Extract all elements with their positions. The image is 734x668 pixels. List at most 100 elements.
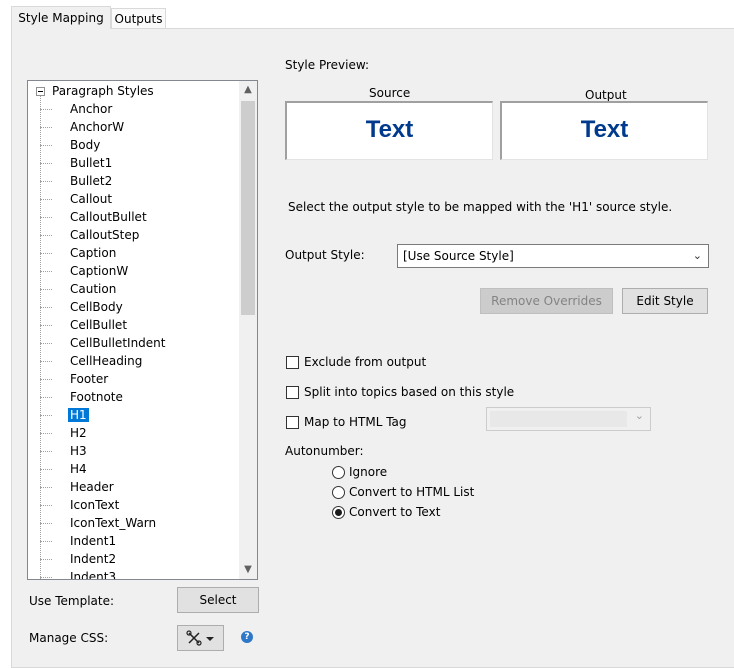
- tree-item-label: AnchorW: [70, 120, 125, 134]
- tree-item[interactable]: H1: [68, 406, 89, 424]
- tree-item[interactable]: Callout: [68, 190, 114, 208]
- tree-item[interactable]: IconText: [68, 496, 121, 514]
- tree-line: [40, 163, 52, 164]
- convert-text-label: Convert to Text: [349, 505, 441, 519]
- tree-line: [40, 235, 52, 236]
- tree-item[interactable]: H3: [68, 442, 89, 460]
- tree-item-label: CalloutBullet: [70, 210, 147, 224]
- tree-line: [40, 451, 52, 452]
- tree-line: [40, 505, 52, 506]
- tree-line: [40, 577, 52, 578]
- tree-item[interactable]: CellBullet: [68, 316, 129, 334]
- map-html-label: Map to HTML Tag: [304, 415, 407, 429]
- tree-line: [40, 109, 52, 110]
- convert-list-label: Convert to HTML List: [349, 485, 475, 499]
- exclude-label: Exclude from output: [304, 355, 427, 369]
- collapse-icon[interactable]: [36, 87, 45, 96]
- tree-item[interactable]: H2: [68, 424, 89, 442]
- output-style-select[interactable]: [Use Source Style] ⌄: [397, 244, 709, 268]
- paragraph-styles-tree[interactable]: Paragraph Styles Anchor AnchorW Body Bullet…: [27, 80, 258, 580]
- tree-item-label: Callout: [70, 192, 113, 206]
- tree-item-label: Indent1: [70, 534, 117, 548]
- tree-line: [40, 469, 52, 470]
- tree-line: [40, 559, 52, 560]
- tab-outputs[interactable]: Outputs: [111, 8, 166, 28]
- manage-css-label: Manage CSS:: [29, 631, 109, 645]
- output-preview-text: Text: [580, 116, 629, 143]
- tree-line: [40, 199, 52, 200]
- tab-style-mapping[interactable]: Style Mapping: [11, 6, 111, 29]
- tree-item[interactable]: Indent1: [68, 532, 118, 550]
- tree-item[interactable]: CellHeading: [68, 352, 144, 370]
- tree-line: [40, 379, 52, 380]
- style-preview-heading: Style Preview:: [285, 58, 370, 72]
- tree-line: [40, 217, 52, 218]
- scroll-down-icon[interactable]: ▼: [239, 561, 257, 579]
- tree-item[interactable]: Body: [68, 136, 102, 154]
- source-label: Source: [369, 86, 411, 100]
- tree-item[interactable]: Footer: [68, 370, 110, 388]
- tree-item[interactable]: CalloutStep: [68, 226, 141, 244]
- manage-css-button[interactable]: [177, 625, 224, 651]
- tree-item-label: CellBulletIndent: [70, 336, 166, 350]
- scroll-up-icon[interactable]: ▲: [239, 81, 257, 99]
- convert-text-radio[interactable]: [332, 506, 345, 519]
- remove-overrides-button[interactable]: Remove Overrides: [480, 288, 613, 314]
- tree-item-label: Footer: [70, 372, 109, 386]
- tree-item-label: IconText: [70, 498, 120, 512]
- tree-item[interactable]: Footnote: [68, 388, 125, 406]
- edit-style-button[interactable]: Edit Style: [622, 288, 708, 314]
- tree-item-label: Header: [70, 480, 114, 494]
- tree-item-label: CellBody: [70, 300, 123, 314]
- tree-item-label: CellHeading: [70, 354, 143, 368]
- ignore-label: Ignore: [349, 465, 388, 479]
- tree-line: [40, 343, 52, 344]
- output-style-value: [Use Source Style]: [403, 249, 514, 263]
- tree-line: [40, 397, 52, 398]
- output-preview-box: Text: [500, 101, 708, 160]
- tree-scrollbar[interactable]: ▲ ▼: [239, 81, 257, 579]
- map-html-checkbox[interactable]: [286, 416, 299, 429]
- select-template-button[interactable]: Select: [177, 587, 259, 613]
- tree-item-label: Anchor: [70, 102, 113, 116]
- tree-item[interactable]: IconText_Warn: [68, 514, 158, 532]
- tree-item[interactable]: Bullet1: [68, 154, 114, 172]
- convert-list-radio[interactable]: [332, 486, 345, 499]
- tree-line: [40, 145, 52, 146]
- html-tag-select: ⌄: [486, 407, 651, 431]
- tree-line: [40, 541, 52, 542]
- tree-item-label: Indent3: [70, 570, 117, 580]
- tree-item[interactable]: Caption: [68, 244, 118, 262]
- tree-root-label: Paragraph Styles: [52, 84, 154, 98]
- use-template-label: Use Template:: [29, 594, 115, 608]
- tree-item[interactable]: CaptionW: [68, 262, 130, 280]
- tree-item[interactable]: Bullet2: [68, 172, 114, 190]
- tree-item[interactable]: CellBulletIndent: [68, 334, 167, 352]
- tree-item-label: CellBullet: [70, 318, 128, 332]
- ignore-radio[interactable]: [332, 466, 345, 479]
- tree-line: [40, 487, 52, 488]
- help-icon[interactable]: ?: [241, 631, 253, 643]
- tree-root[interactable]: Paragraph Styles: [50, 82, 156, 100]
- tree-item[interactable]: Indent3: [68, 568, 118, 580]
- tree-line: [40, 415, 52, 416]
- scroll-thumb[interactable]: [241, 101, 255, 315]
- tree-item[interactable]: Anchor: [68, 100, 114, 118]
- tree-line: [40, 253, 52, 254]
- instruction-text: Select the output style to be mapped wit…: [288, 200, 673, 214]
- tree-item[interactable]: CellBody: [68, 298, 125, 316]
- split-checkbox[interactable]: [286, 386, 299, 399]
- tree-item-label: CaptionW: [70, 264, 129, 278]
- tree-item-label: H4: [70, 462, 87, 476]
- tree-item[interactable]: CalloutBullet: [68, 208, 149, 226]
- tree-item[interactable]: Indent2: [68, 550, 118, 568]
- tree-item-label: Caution: [70, 282, 117, 296]
- tree-item[interactable]: H4: [68, 460, 89, 478]
- tree-item[interactable]: Caution: [68, 280, 118, 298]
- split-label: Split into topics based on this style: [304, 385, 515, 399]
- exclude-checkbox[interactable]: [286, 356, 299, 369]
- tree-item[interactable]: AnchorW: [68, 118, 126, 136]
- output-label: Output: [585, 88, 627, 102]
- chevron-down-icon: ⌄: [692, 249, 702, 262]
- tree-item[interactable]: Header: [68, 478, 116, 496]
